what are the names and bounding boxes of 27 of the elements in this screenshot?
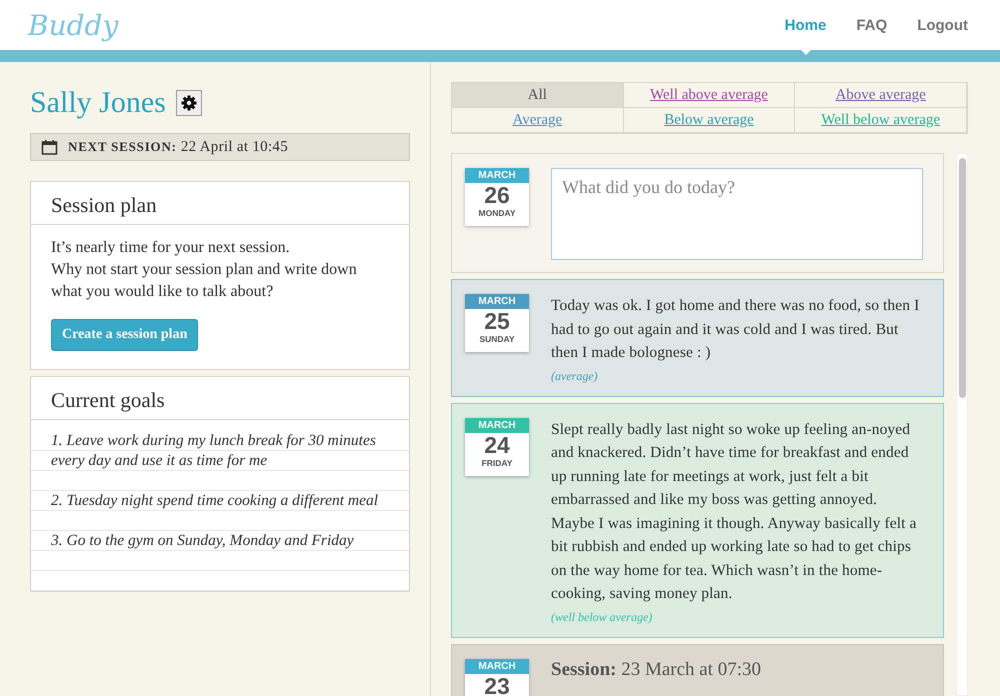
session-plan-text: It’s nearly time for your next session. Why not start your session plan and write down what you would like to talk about? — [50, 238, 358, 302]
goal-item: 3. Go to the gym on Sunday, Monday and Friday — [51, 531, 355, 551]
settings-icon — [180, 95, 197, 111]
filter-tab[interactable]: All — [451, 82, 624, 108]
diary-entry-text: Today was ok. I got home and there was no food, so then I had to go out again and it was cold and I was tired. But then I made bolognese : ) — [551, 296, 920, 363]
scrollbar[interactable] — [956, 153, 968, 696]
nav-link[interactable]: Logout — [917, 16, 968, 34]
card-title: Session plan — [31, 182, 409, 225]
diary-entry-text: Slept really badly last night so woke up feeling an-noyed and knackered. Didn’t have time for breakfast and ended up running late for meetings at work, just felt a bit embarrassed and like my boss was getting annoyed. Maybe I was imagining it though. Anyway basically felt a bit rubbish and ended up working late so had to get chips on the way home for tea. Which wasn’t in the home-cooking, saving money plan. — [551, 420, 918, 604]
rating-label: (average) — [551, 368, 599, 384]
filter-tab[interactable]: Well below average — [794, 107, 967, 133]
goal-item: 2. Tuesday night spend time cooking a different meal — [51, 491, 380, 511]
calendar-date: MARCH 26 MONDAY — [465, 168, 529, 226]
session-text: Session: 23 March at 07:30 — [551, 658, 762, 680]
calendar-date: MARCH 25 SUNDAY — [465, 294, 529, 352]
calendar-icon — [41, 138, 58, 156]
next-session-text: NEXT SESSION: 22 April at 10:45 — [68, 138, 288, 156]
settings-button[interactable] — [176, 90, 202, 116]
goal-item: 1. Leave work during my lunch break for 30 minutes every day and use it as time for me — [51, 431, 377, 471]
nav-link[interactable]: FAQ — [856, 16, 888, 34]
diary-input-field[interactable]: What did you do today? — [551, 168, 923, 260]
create-plan-button[interactable]: Create a session plan — [51, 319, 198, 351]
user-name: Sally Jones — [30, 86, 166, 120]
calendar-date: MARCH 24 FRIDAY — [465, 418, 529, 476]
calendar-date: MARCH 23 — [465, 658, 529, 696]
rating-label: (well below average) — [551, 610, 654, 624]
logo: Buddy — [28, 8, 118, 42]
